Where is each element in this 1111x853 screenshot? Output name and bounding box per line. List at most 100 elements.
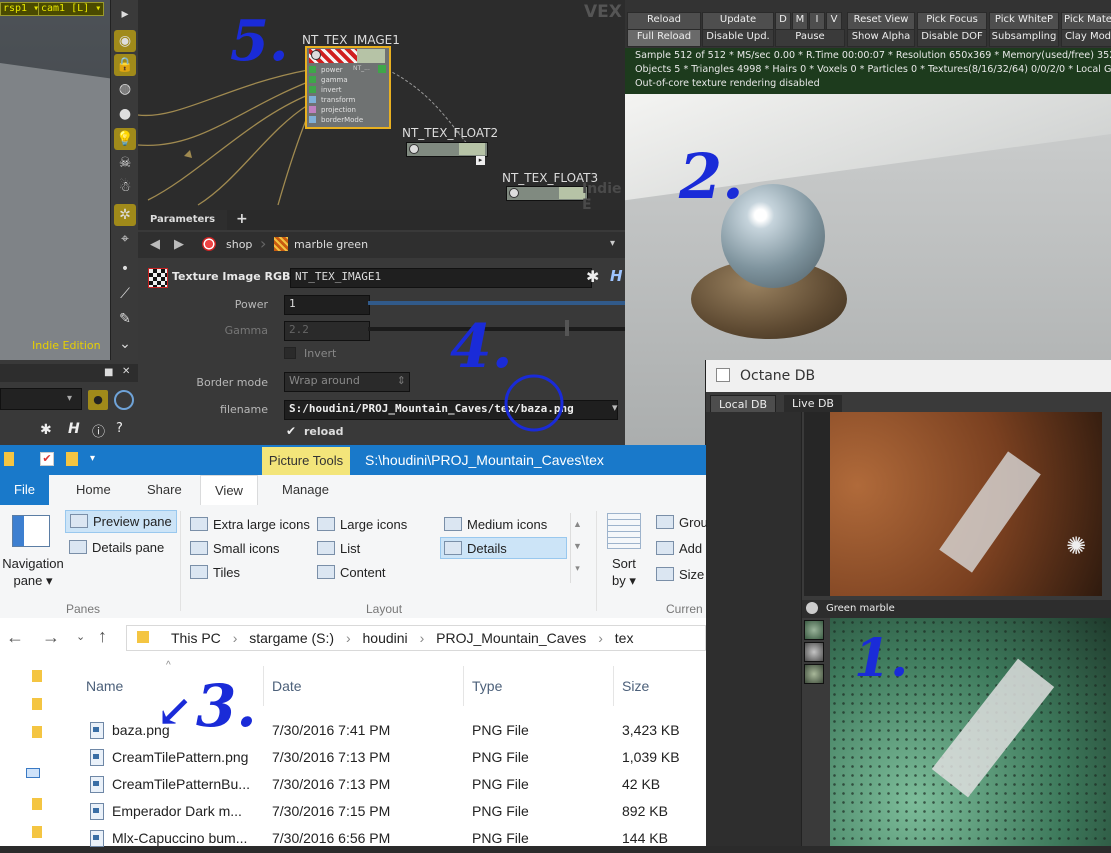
help-icon[interactable]: H <box>610 267 623 285</box>
visibility-icon[interactable]: ◉ <box>114 30 136 52</box>
input-connector[interactable] <box>309 106 316 113</box>
target-icon[interactable] <box>114 390 134 410</box>
octane-button[interactable]: Pick Mate <box>1061 12 1111 30</box>
question-icon[interactable]: ? <box>116 421 123 436</box>
forward-arrow-icon[interactable]: ▶ <box>174 237 184 252</box>
node-input[interactable]: projection <box>309 105 387 115</box>
snap-icon[interactable]: ⟋ <box>114 283 136 305</box>
file-chooser-icon[interactable]: ▾ <box>612 401 618 414</box>
close-icon[interactable]: ✕ <box>122 366 130 377</box>
address-item[interactable]: houdini <box>363 630 408 646</box>
column-separator[interactable] <box>613 666 614 706</box>
address-item[interactable]: stargame (S:) <box>249 630 334 646</box>
layout-list[interactable]: List <box>317 541 360 556</box>
layout-large-icons[interactable]: Large icons <box>317 517 407 532</box>
column-date[interactable]: Date <box>272 678 302 694</box>
panel-menu-icon[interactable]: ■ <box>104 367 113 378</box>
sort-by-button[interactable]: Sort by ▾ <box>612 555 636 589</box>
up-arrow-icon[interactable]: ↑ <box>98 626 107 647</box>
octane-button[interactable]: Disable DOF <box>917 29 987 47</box>
back-arrow-icon[interactable]: ← <box>6 627 24 648</box>
layout-scroller[interactable]: ▲ ▼ ▾ <box>570 513 584 583</box>
node-input[interactable]: power <box>309 65 387 75</box>
input-connector[interactable] <box>309 96 316 103</box>
node-flags[interactable] <box>459 143 485 155</box>
address-bar[interactable]: This PC › stargame (S:) › houdini › PROJ… <box>126 625 706 651</box>
dot-icon[interactable]: • <box>114 258 136 280</box>
render-tag[interactable]: rsp1 ▾ <box>0 2 43 16</box>
add-columns-button[interactable]: Add <box>656 541 702 556</box>
new-folder-icon[interactable] <box>66 452 78 466</box>
octane-button[interactable]: Pause <box>775 29 845 47</box>
node-input[interactable]: invert <box>309 85 387 95</box>
input-connector[interactable] <box>309 66 316 73</box>
column-name[interactable]: Name <box>86 678 123 694</box>
column-type[interactable]: Type <box>472 678 502 694</box>
forward-arrow-icon[interactable]: → <box>42 627 60 648</box>
input-connector[interactable] <box>309 76 316 83</box>
octane-button[interactable]: Disable Upd. <box>702 29 774 47</box>
navigation-pane[interactable] <box>0 658 50 846</box>
help-icon[interactable]: H <box>68 421 80 437</box>
layout-tiles[interactable]: Tiles <box>190 565 240 580</box>
thumbnail[interactable] <box>804 642 824 662</box>
octane-button[interactable]: Full Reload <box>627 29 701 47</box>
layout-medium-icons[interactable]: Medium icons <box>444 517 547 532</box>
material-preview-top[interactable]: ✺ <box>830 412 1102 596</box>
tab-parameters[interactable]: Parameters <box>138 210 228 230</box>
output-connector[interactable] <box>378 65 386 73</box>
input-connector[interactable] <box>309 86 316 93</box>
figure-icon[interactable]: ☃ <box>114 176 136 198</box>
recent-locations-icon[interactable]: ⌄ <box>76 630 85 643</box>
power-field[interactable]: 1 <box>284 295 370 315</box>
octane-button[interactable]: V <box>826 12 842 30</box>
octane-button[interactable]: D <box>775 12 791 30</box>
render-icon[interactable]: ✲ <box>114 204 136 226</box>
lock-icon[interactable]: 🔒 <box>114 54 136 76</box>
tab-view[interactable]: View <box>200 475 258 506</box>
breadcrumb-material[interactable]: marble green <box>294 238 368 251</box>
node-input[interactable]: transform <box>309 95 387 105</box>
breadcrumb-shop[interactable]: shop <box>226 238 252 251</box>
bulb-icon[interactable]: 💡 <box>114 128 136 150</box>
node-tex-image1[interactable]: power gamma invert transform projection borde… <box>305 46 391 129</box>
gear-icon[interactable]: ✱ <box>40 422 52 438</box>
pen-icon[interactable]: ✎ <box>114 308 136 330</box>
tab-home[interactable]: Home <box>62 475 125 505</box>
node-flags[interactable] <box>357 49 385 63</box>
pin-icon[interactable]: ● <box>88 390 108 410</box>
file-row[interactable]: CreamTilePatternBu... 7/30/2016 7:13 PM PN… <box>84 772 706 799</box>
node-tex-float2[interactable] <box>406 142 488 157</box>
layout-content[interactable]: Content <box>317 565 386 580</box>
left-dropdown[interactable]: ▾ <box>0 388 82 410</box>
octane-button[interactable]: M <box>792 12 808 30</box>
category-tree[interactable] <box>706 412 802 846</box>
gamma-field[interactable]: 2.2 <box>284 321 370 341</box>
octane-button[interactable]: Pick WhiteP <box>989 12 1059 30</box>
power-slider[interactable] <box>368 301 628 305</box>
file-row[interactable]: CreamTilePattern.png 7/30/2016 7:13 PM PNG… <box>84 745 706 772</box>
layout-small-icons[interactable]: Small icons <box>190 541 279 556</box>
border-mode-select[interactable]: Wrap around ⇕ <box>284 372 410 392</box>
file-row[interactable]: Emperador Dark m... 7/30/2016 7:15 PM PNG … <box>84 799 706 826</box>
column-separator[interactable] <box>263 666 264 706</box>
properties-icon[interactable]: ✔ <box>40 452 54 466</box>
tab-manage[interactable]: Manage <box>268 475 343 505</box>
reload-check-icon[interactable]: ✔ <box>286 425 298 437</box>
octane-button[interactable]: Reload <box>627 12 701 30</box>
invert-checkbox[interactable] <box>284 347 296 359</box>
column-size[interactable]: Size <box>622 678 649 694</box>
chevron-down-icon[interactable]: ⌄ <box>114 333 136 355</box>
output-arrow-icon[interactable]: ▸ <box>476 156 485 165</box>
address-item[interactable]: This PC <box>171 630 221 646</box>
octane-button[interactable]: Update <box>702 12 774 30</box>
camera-tag[interactable]: cam1 [L] ▾ <box>38 2 105 16</box>
node-input[interactable]: gamma <box>309 75 387 85</box>
octane-button[interactable]: Reset View <box>847 12 915 30</box>
octane-button[interactable]: Show Alpha <box>847 29 915 47</box>
input-connector[interactable] <box>309 116 316 123</box>
sphere-icon[interactable]: ● <box>114 103 136 125</box>
thumbnail[interactable] <box>804 664 824 684</box>
view-menu-icon[interactable]: ▸ <box>114 3 136 25</box>
skull-icon[interactable]: ☠ <box>114 152 136 174</box>
